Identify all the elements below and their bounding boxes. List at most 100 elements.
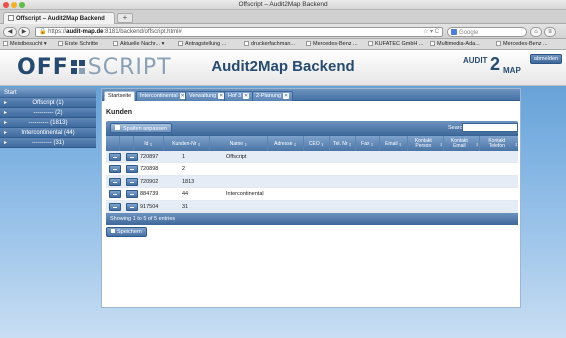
delete-row-button[interactable] bbox=[109, 202, 121, 211]
edit-row-button[interactable] bbox=[126, 190, 138, 199]
menu-button[interactable]: ≡ bbox=[544, 27, 556, 37]
table-search-input[interactable] bbox=[462, 123, 518, 132]
expand-arrow-icon[interactable]: ▸ bbox=[4, 99, 7, 106]
cell-kunden-nr: 44 bbox=[182, 191, 189, 198]
url-bar[interactable]: 🔒 https://audit-map.de:8181/backend/offs… bbox=[35, 27, 443, 37]
browser-navbar: ◀ ▶ 🔒 https://audit-map.de:8181/backend/… bbox=[0, 24, 566, 39]
bookmarks-bar: Meistbesucht ▾ Erste Schritte Aktuelle N… bbox=[0, 39, 566, 50]
header-kontakt-person[interactable]: Kontakt Person ⇕ bbox=[408, 136, 444, 152]
sidebar-item[interactable]: ▸ Offscript (1) bbox=[0, 98, 96, 108]
delete-row-button[interactable] bbox=[109, 177, 121, 186]
bookmark-item[interactable]: Aktuelle Nachr... ▾ bbox=[113, 41, 164, 47]
columns-button[interactable]: Spalten anpassen bbox=[110, 123, 173, 133]
main-panel: Startseite Intercontinental ✕ Verwaltung ✕… bbox=[101, 88, 521, 308]
edit-row-button[interactable] bbox=[126, 202, 138, 211]
bookmark-label: Mercedes-Benz ... bbox=[503, 41, 548, 47]
table-row[interactable]: 917504 31 bbox=[106, 200, 518, 213]
logout-button[interactable]: abmelden bbox=[530, 54, 562, 64]
expand-arrow-icon[interactable]: ▸ bbox=[4, 119, 7, 126]
header-label: Id bbox=[144, 140, 149, 147]
tab-verwaltung[interactable]: Verwaltung ✕ bbox=[185, 91, 229, 101]
window-titlebar: Offscript – Audit2Map Backend bbox=[0, 0, 566, 10]
edit-row-button[interactable] bbox=[126, 153, 138, 161]
tab-hof-3[interactable]: Hof 3 ✕ bbox=[224, 91, 254, 101]
bookmark-item[interactable]: KUFATEC GmbH ... bbox=[368, 41, 424, 47]
cell-name: Intercontinental bbox=[226, 191, 264, 198]
tab-intercontinental[interactable]: Intercontinental ✕ bbox=[136, 91, 190, 101]
header-kontakt-telefon[interactable]: Kontakt Telefon ⇕ bbox=[480, 136, 518, 152]
delete-row-button[interactable] bbox=[109, 153, 121, 161]
header-adresse[interactable]: Adresse ⇕ bbox=[268, 136, 304, 152]
delete-row-button[interactable] bbox=[109, 190, 121, 199]
table-row[interactable]: 720898 2 bbox=[106, 163, 518, 176]
expand-arrow-icon[interactable]: ▸ bbox=[4, 129, 7, 136]
save-button[interactable]: Speichern bbox=[106, 227, 147, 237]
table-row[interactable]: 720897 1 Offscript bbox=[106, 151, 518, 164]
table-row[interactable]: 720902 1813 bbox=[106, 175, 518, 189]
browser-tab[interactable]: Offscript – Audit2Map Backend bbox=[3, 12, 115, 24]
header-select-col bbox=[106, 136, 120, 152]
bookmark-item[interactable]: Mercedes-Benz ... bbox=[496, 41, 548, 47]
expand-arrow-icon[interactable]: ▸ bbox=[4, 109, 7, 116]
bookmark-star-icon[interactable]: ☆ ▾ C bbox=[423, 29, 439, 36]
sidebar-item[interactable]: ▸ ---------- (2) bbox=[0, 108, 96, 118]
sidebar-item-label: Intercontinental (44) bbox=[21, 130, 75, 136]
header-fax[interactable]: Fax ⇕ bbox=[356, 136, 380, 152]
tab-2-planung[interactable]: 2-Planung ✕ bbox=[252, 91, 294, 101]
header-tel[interactable]: Tel. Nr ⇕ bbox=[330, 136, 356, 152]
bookmark-item[interactable]: Mercedes-Benz ... bbox=[306, 41, 358, 47]
edit-row-button[interactable] bbox=[126, 165, 138, 174]
sidebar-item[interactable]: ▸ ---------- (31) bbox=[0, 138, 96, 148]
bookmark-item[interactable]: Meistbesucht ▾ bbox=[3, 41, 47, 47]
section-title: Kunden bbox=[106, 109, 133, 116]
table-row[interactable]: 884739 44 Intercontinental bbox=[106, 188, 518, 201]
header-id[interactable]: Id ⇕ bbox=[134, 136, 164, 152]
bookmark-item[interactable]: druckerfachman... bbox=[244, 41, 295, 47]
bookmark-item[interactable]: Erste Schritte bbox=[58, 41, 98, 47]
forward-button[interactable]: ▶ bbox=[18, 27, 30, 37]
delete-row-button[interactable] bbox=[109, 165, 121, 174]
expand-arrow-icon[interactable]: ▸ bbox=[4, 139, 7, 146]
home-button[interactable]: ⌂ bbox=[530, 27, 542, 37]
bookmark-icon bbox=[113, 41, 118, 46]
header-name[interactable]: Name ⇕ bbox=[210, 136, 268, 152]
close-tab-icon[interactable]: ✕ bbox=[283, 93, 290, 99]
bookmark-icon bbox=[178, 41, 183, 46]
bookmark-item[interactable]: Antragstellung ... bbox=[178, 41, 226, 47]
bookmark-label: Meistbesucht ▾ bbox=[10, 41, 47, 47]
columns-button-label: Spalten anpassen bbox=[123, 126, 168, 132]
sidebar-head[interactable]: Start bbox=[0, 88, 96, 98]
header-label: Tel. Nr bbox=[333, 140, 348, 147]
header-kunden-nr[interactable]: Kunden-Nr ⇕ bbox=[164, 136, 210, 152]
sort-icon: ⇕ bbox=[370, 141, 374, 147]
header-label: Email bbox=[385, 140, 398, 147]
bookmark-icon bbox=[368, 41, 373, 46]
header-email[interactable]: Email ⇕ bbox=[380, 136, 408, 152]
sidebar-item[interactable]: ▸ ---------- (1813) bbox=[0, 118, 96, 128]
header-ceo[interactable]: CEO ⇕ bbox=[304, 136, 330, 152]
bookmark-label: Erste Schritte bbox=[65, 41, 99, 47]
table-toolbar: Spalten anpassen Search: bbox=[106, 121, 518, 135]
app: OFF SCRIPT Audit2Map Backend AUDIT 2 MAP ab… bbox=[0, 50, 566, 338]
tab-startseite[interactable]: Startseite bbox=[104, 91, 136, 101]
sort-icon: ⇕ bbox=[348, 141, 352, 147]
header-kontakt-email[interactable]: Kontakt Email ⇕ bbox=[444, 136, 480, 152]
lock-icon: 🔒 bbox=[39, 29, 47, 35]
sidebar-item[interactable]: ▸ Intercontinental (44) bbox=[0, 128, 96, 138]
page-favicon-icon bbox=[8, 15, 14, 21]
cell-id: 917504 bbox=[140, 203, 159, 210]
back-button[interactable]: ◀ bbox=[3, 27, 17, 37]
bookmark-item[interactable]: Multimedia-Ada... bbox=[430, 41, 480, 47]
new-tab-button[interactable]: + bbox=[117, 13, 133, 23]
close-tab-icon[interactable]: ✕ bbox=[243, 93, 250, 99]
sort-icon: ⇕ bbox=[293, 141, 297, 147]
plus-icon bbox=[115, 125, 120, 130]
web-search-input[interactable]: Google bbox=[447, 27, 527, 37]
browser-tabbar: Offscript – Audit2Map Backend + bbox=[0, 10, 566, 24]
edit-row-button[interactable] bbox=[126, 177, 138, 186]
bookmark-icon bbox=[306, 41, 311, 46]
sort-icon: ⇕ bbox=[243, 141, 248, 147]
sort-icon: ⇕ bbox=[149, 141, 153, 147]
header-label: Kunden-Nr bbox=[172, 140, 197, 147]
app-header: OFF SCRIPT Audit2Map Backend AUDIT 2 MAP ab… bbox=[0, 50, 566, 86]
